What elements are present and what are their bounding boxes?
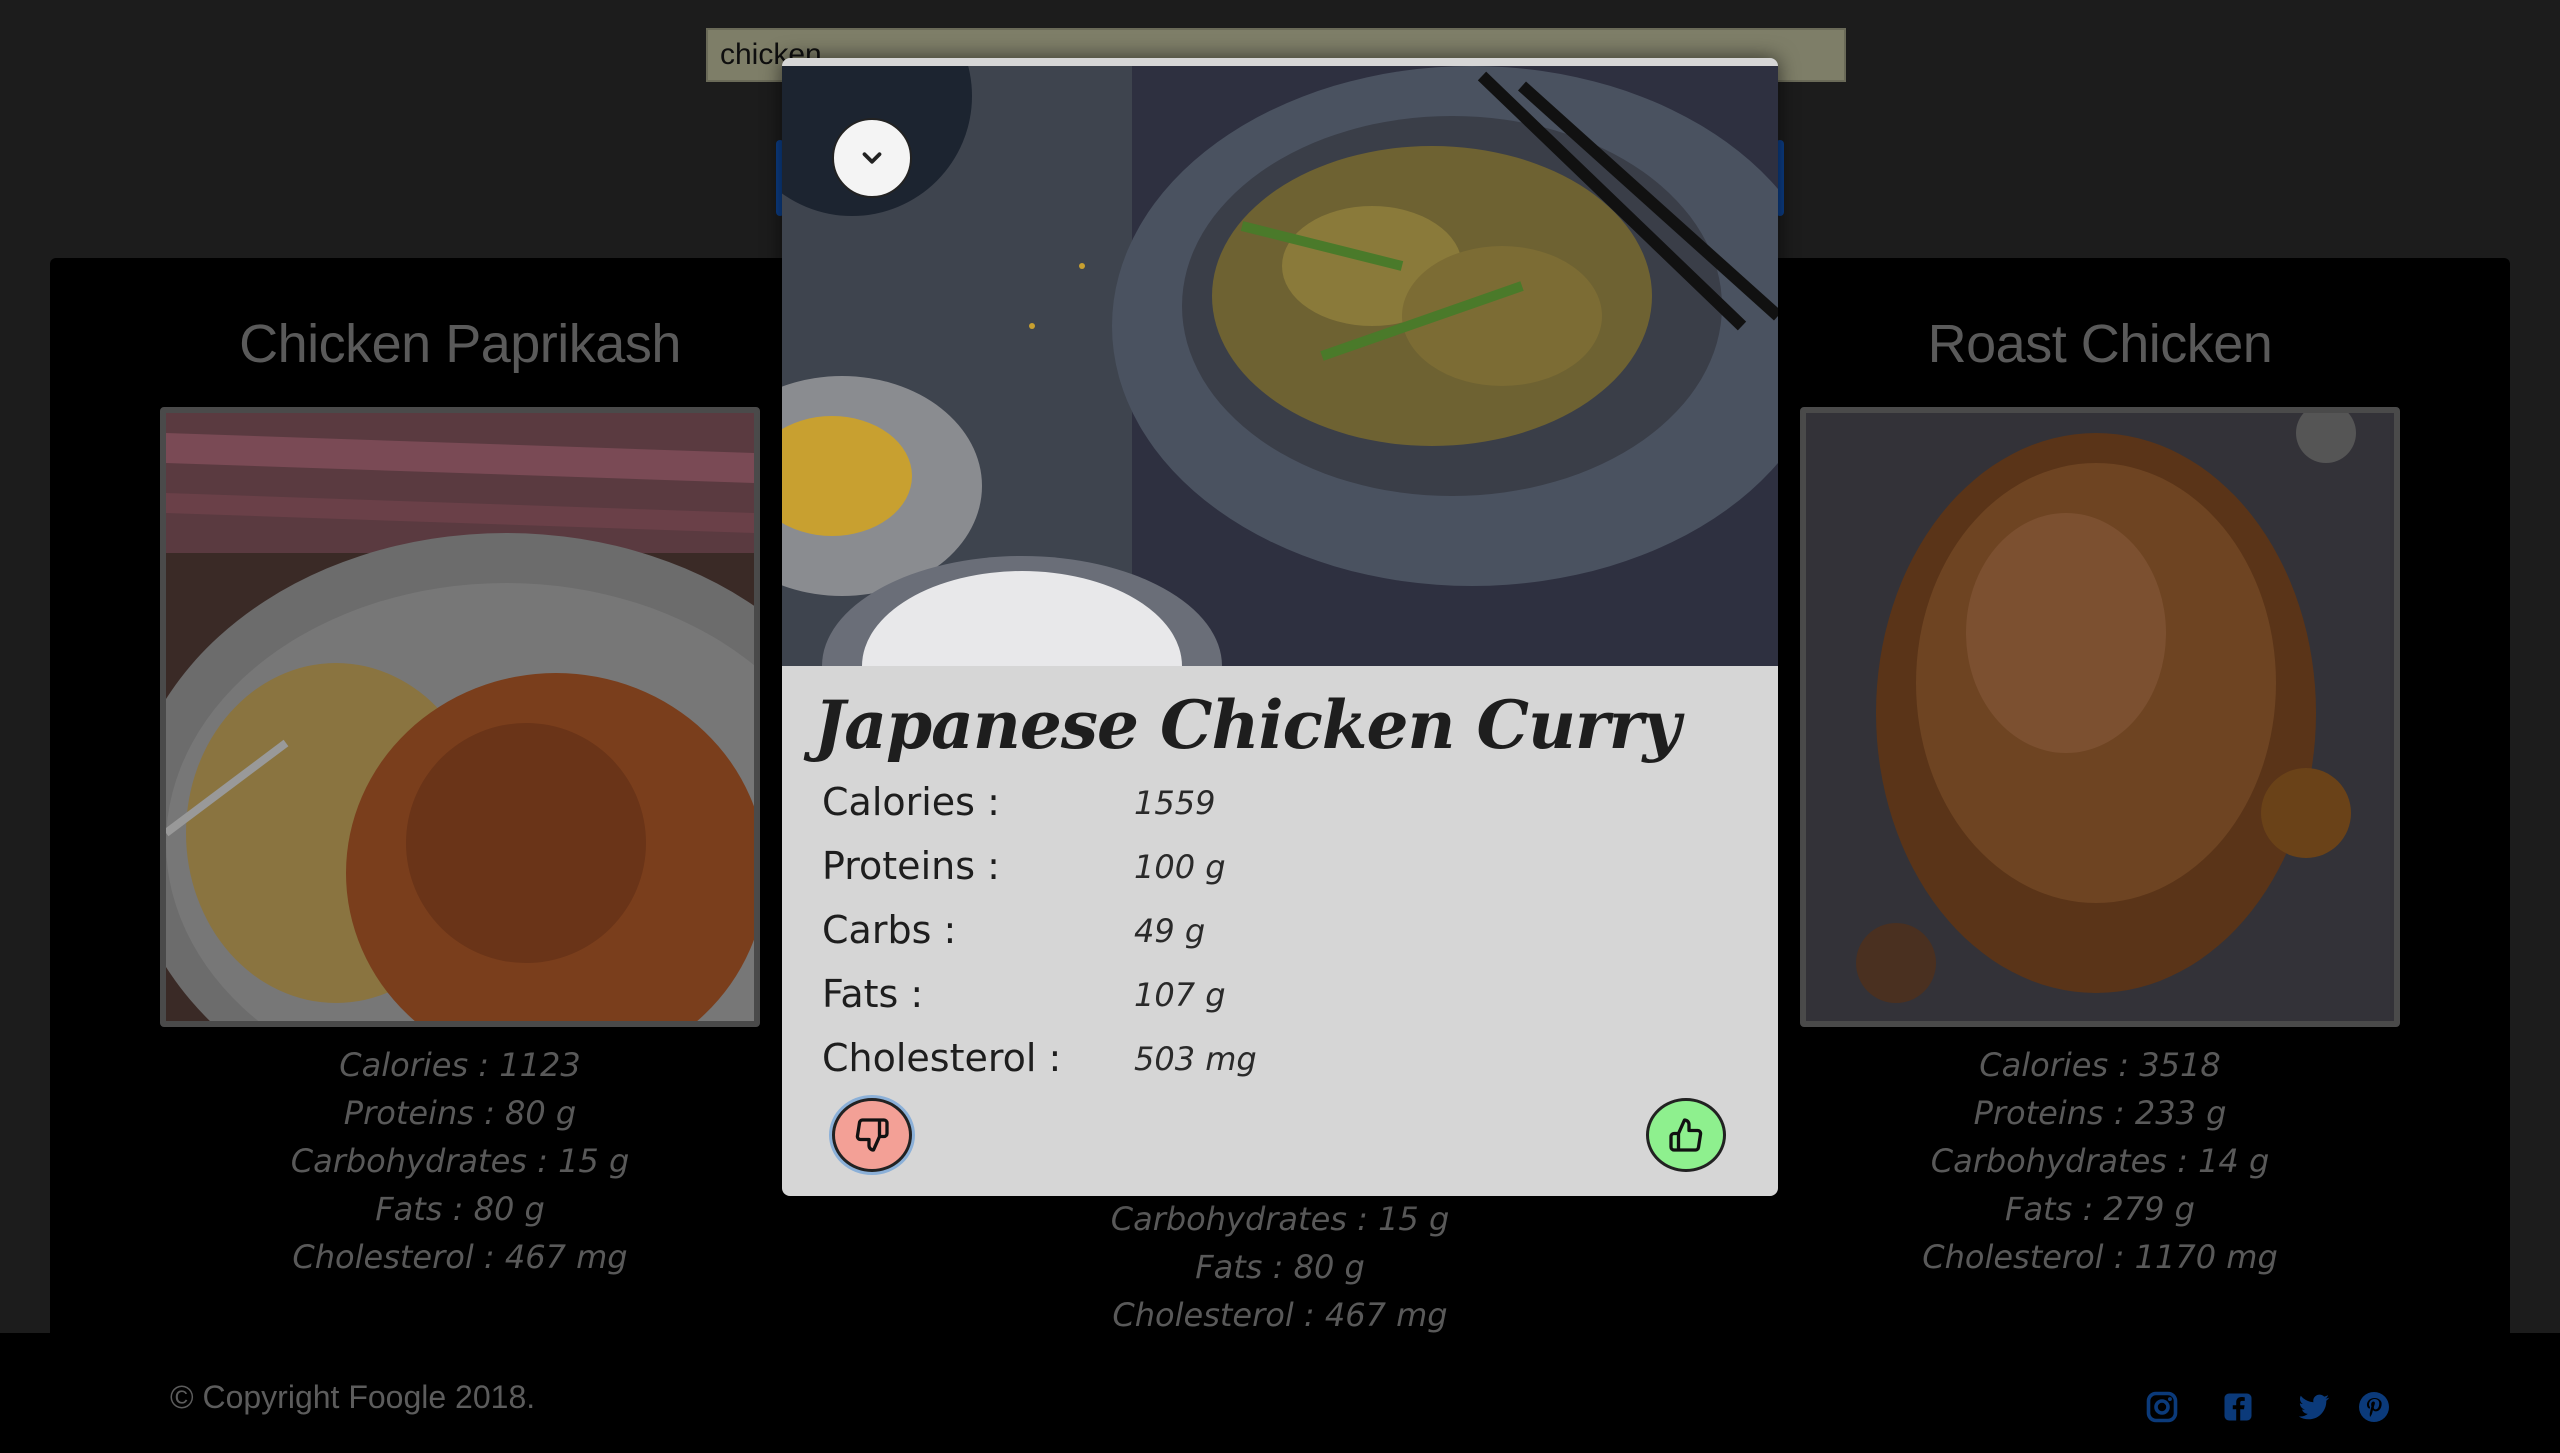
nutrient-value: 100 g [1134, 848, 1226, 886]
recipe-stat-fats: Fats : 80 g [1195, 1248, 1365, 1286]
recipe-stat-carbohydrates: Carbohydrates : 15 g [290, 1142, 630, 1180]
nutrient-row-carbs: Carbs : 49 g [822, 908, 1722, 968]
recipe-stat-carbohydrates: Carbohydrates : 14 g [1930, 1142, 2270, 1180]
recipe-card-title: Chicken Paprikash [239, 314, 681, 374]
recipe-stat-calories: Calories : 1123 [339, 1046, 581, 1084]
recipe-card-roast-chicken[interactable]: Roast Chicken Calories : 3518 Proteins :… [1800, 258, 2400, 1281]
nutrient-label: Calories : [822, 780, 1000, 824]
nutrient-value: 503 mg [1134, 1040, 1257, 1078]
recipe-detail-image [782, 66, 1778, 666]
twitter-icon[interactable] [2296, 1389, 2332, 1425]
instagram-icon[interactable] [2144, 1389, 2180, 1425]
recipe-stat-carbohydrates: Carbohydrates : 15 g [1110, 1200, 1450, 1238]
recipe-card-title: Roast Chicken [1927, 314, 2273, 374]
recipe-card-image[interactable] [160, 407, 760, 1027]
nutrient-label: Proteins : [822, 844, 1000, 888]
recipe-stat-proteins: Proteins : 80 g [343, 1094, 577, 1132]
nutrient-row-calories: Calories : 1559 [822, 780, 1722, 840]
pinterest-icon[interactable] [2356, 1389, 2392, 1425]
collapse-button[interactable] [832, 118, 912, 198]
recipe-stat-fats: Fats : 80 g [375, 1190, 545, 1228]
nutrient-row-fats: Fats : 107 g [822, 972, 1722, 1032]
recipe-stat-cholesterol: Cholesterol : 467 mg [292, 1238, 628, 1276]
recipe-detail-modal: Japanese Chicken Curry Calories : 1559 P… [782, 58, 1778, 1196]
footer-copyright: © Copyright Foogle 2018. [170, 1379, 536, 1415]
nutrient-label: Carbs : [822, 908, 957, 952]
recipe-stat-cholesterol: Cholesterol : 467 mg [1112, 1296, 1448, 1334]
facebook-icon[interactable] [2220, 1389, 2256, 1425]
chevron-down-icon [862, 152, 882, 164]
recipe-card-center-stats: Carbohydrates : 15 g Fats : 80 g Cholest… [980, 1195, 1580, 1339]
recipe-card-chicken-paprikash[interactable]: Chicken Paprikash Calories : 1123 Protei… [160, 258, 760, 1281]
recipe-card-image[interactable] [1800, 407, 2400, 1027]
nutrient-row-cholesterol: Cholesterol : 503 mg [822, 1036, 1722, 1096]
footer: © Copyright Foogle 2018. [0, 1333, 2560, 1453]
nutrient-value: 1559 [1134, 784, 1216, 822]
recipe-stat-fats: Fats : 279 g [2005, 1190, 2195, 1228]
nutrient-label: Fats : [822, 972, 924, 1016]
thumbs-down-icon [855, 1118, 889, 1152]
nutrient-row-proteins: Proteins : 100 g [822, 844, 1722, 904]
nutrient-value: 49 g [1134, 912, 1206, 950]
recipe-stat-calories: Calories : 3518 [1979, 1046, 2221, 1084]
recipe-stat-proteins: Proteins : 233 g [1973, 1094, 2227, 1132]
recipe-stat-cholesterol: Cholesterol : 1170 mg [1922, 1238, 2278, 1276]
dislike-button[interactable] [832, 1098, 912, 1172]
thumbs-up-icon [1669, 1118, 1703, 1152]
nutrient-value: 107 g [1134, 976, 1226, 1014]
nutrient-label: Cholesterol : [822, 1036, 1062, 1080]
like-button[interactable] [1646, 1098, 1726, 1172]
recipe-detail-title: Japanese Chicken Curry [814, 686, 1681, 764]
